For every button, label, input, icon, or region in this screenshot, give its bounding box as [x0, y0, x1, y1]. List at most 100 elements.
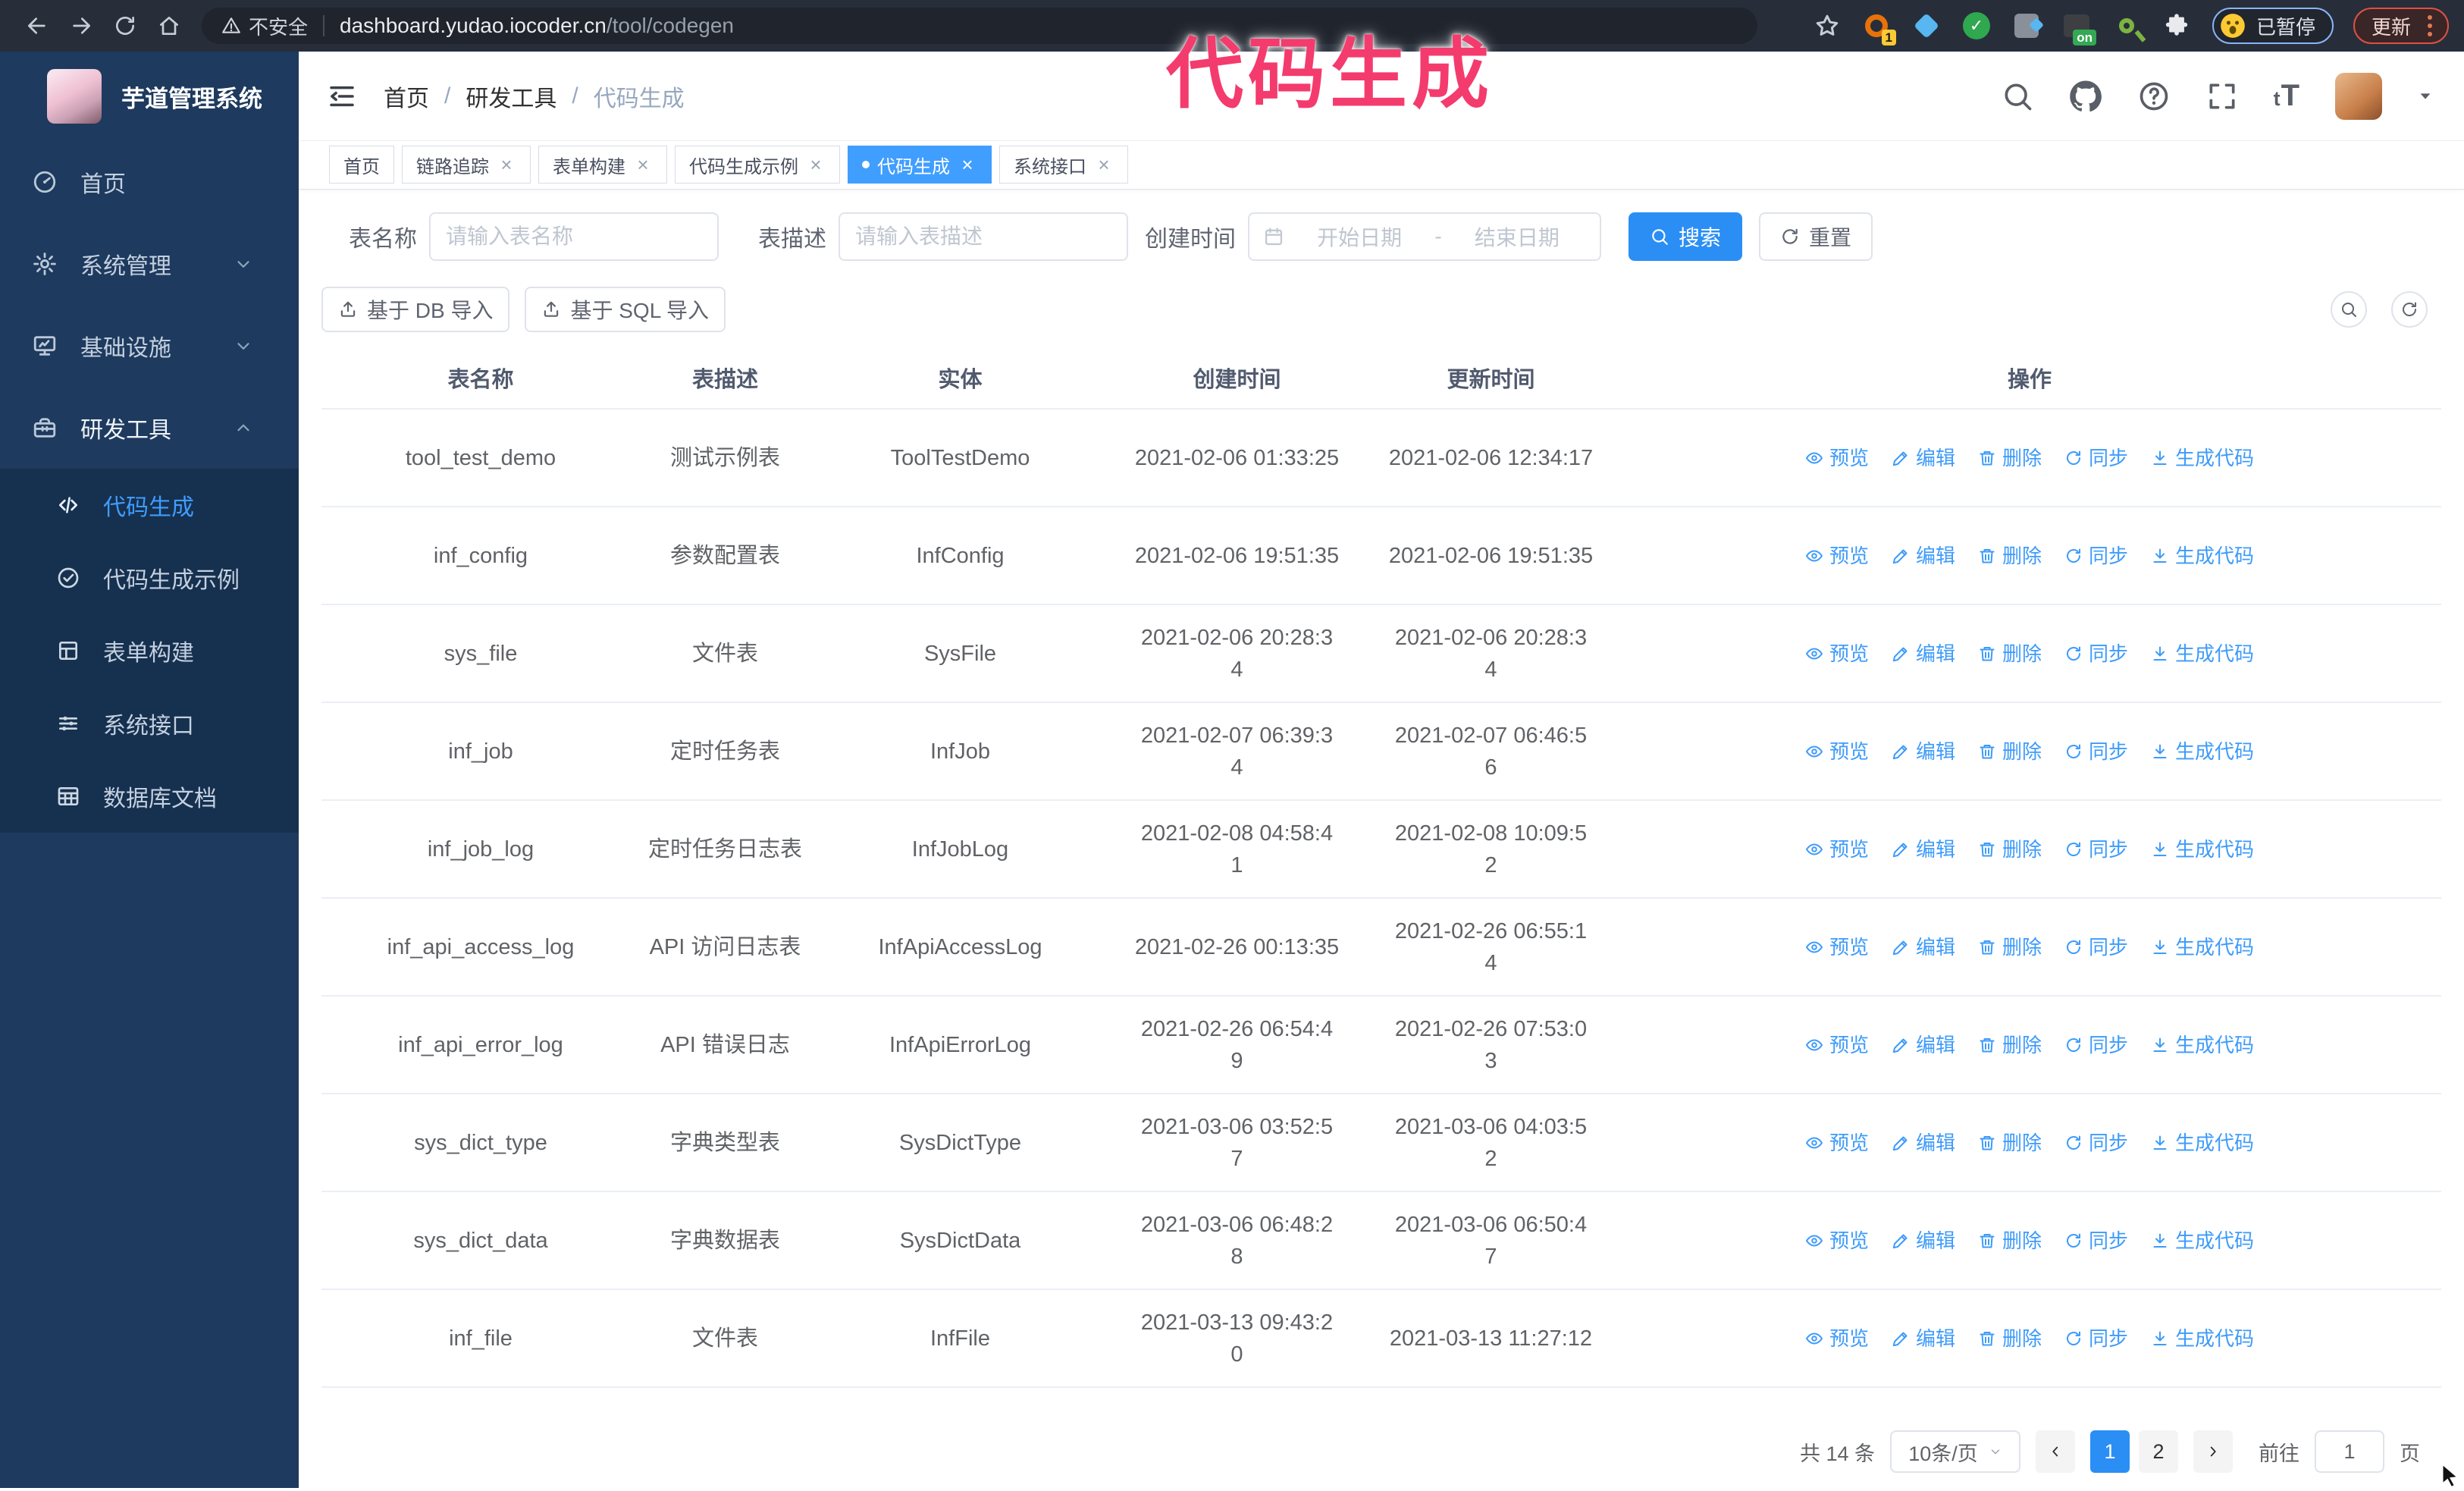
action-sync[interactable]: 同步 — [2064, 442, 2128, 474]
action-delete[interactable]: 删除 — [1978, 1323, 2042, 1354]
action-generate[interactable]: 生成代码 — [2151, 638, 2254, 670]
action-preview[interactable]: 预览 — [1805, 1029, 1869, 1061]
action-preview[interactable]: 预览 — [1805, 736, 1869, 767]
page-button-1[interactable]: 1 — [2090, 1430, 2130, 1473]
table-desc-input[interactable] — [839, 212, 1128, 261]
tab-trace[interactable]: 链路追踪 × — [402, 146, 531, 184]
page-button-2[interactable]: 2 — [2139, 1430, 2178, 1473]
fullscreen-icon[interactable] — [2205, 80, 2239, 113]
breadcrumb-item[interactable]: 首页 — [384, 80, 429, 113]
tab-codegen-example[interactable]: 代码生成示例 × — [675, 146, 840, 184]
sidebar-subitem-system-api[interactable]: 系统接口 — [0, 687, 299, 760]
close-tab-icon[interactable]: × — [958, 153, 977, 177]
action-delete[interactable]: 删除 — [1978, 638, 2042, 670]
prev-page-button[interactable] — [2036, 1430, 2075, 1473]
dark-extension-icon[interactable]: on — [2061, 10, 2096, 46]
browser-reload-button[interactable] — [103, 8, 147, 44]
help-icon[interactable] — [2137, 80, 2171, 113]
action-edit[interactable]: 编辑 — [1892, 833, 1955, 865]
url-bar[interactable]: 不安全 dashboard.yudao.iocoder.cn/tool/code… — [202, 8, 1757, 44]
refresh-table-button[interactable] — [2391, 291, 2428, 328]
action-edit[interactable]: 编辑 — [1892, 1029, 1955, 1061]
profile-paused-pill[interactable]: 已暂停 — [2212, 8, 2334, 44]
action-sync[interactable]: 同步 — [2064, 638, 2128, 670]
action-delete[interactable]: 删除 — [1978, 442, 2042, 474]
action-preview[interactable]: 预览 — [1805, 540, 1869, 572]
browser-home-button[interactable] — [147, 8, 191, 44]
github-icon[interactable] — [2069, 80, 2102, 113]
puzzle-extension-icon[interactable] — [2161, 10, 2193, 42]
panels-extension-icon[interactable] — [2011, 10, 2042, 42]
kebab-menu-icon[interactable] — [2425, 12, 2435, 39]
action-delete[interactable]: 删除 — [1978, 1225, 2042, 1257]
close-tab-icon[interactable]: × — [1094, 153, 1114, 177]
action-edit[interactable]: 编辑 — [1892, 1323, 1955, 1354]
action-edit[interactable]: 编辑 — [1892, 442, 1955, 474]
action-delete[interactable]: 删除 — [1978, 931, 2042, 963]
gem-extension-icon[interactable] — [1911, 10, 1942, 42]
action-edit[interactable]: 编辑 — [1892, 1127, 1955, 1159]
action-delete[interactable]: 删除 — [1978, 736, 2042, 767]
close-tab-icon[interactable]: × — [806, 153, 826, 177]
breadcrumb-item[interactable]: 研发工具 — [466, 80, 556, 113]
action-delete[interactable]: 删除 — [1978, 540, 2042, 572]
sidebar-subitem-form-builder[interactable]: 表单构建 — [0, 614, 299, 687]
security-indicator[interactable]: 不安全 — [221, 12, 308, 40]
sidebar-item-infra[interactable]: 基础设施 — [0, 305, 299, 387]
sidebar-item-devtools[interactable]: 研发工具 — [0, 387, 299, 469]
action-preview[interactable]: 预览 — [1805, 1225, 1869, 1257]
font-size-icon[interactable]: tT — [2274, 79, 2300, 113]
bookmark-star-icon[interactable] — [1814, 12, 1841, 39]
action-generate[interactable]: 生成代码 — [2151, 540, 2254, 572]
avatar-caret-down-icon[interactable] — [2417, 88, 2434, 105]
reset-button[interactable]: 重置 — [1759, 212, 1873, 261]
sidebar-subitem-codegen-example[interactable]: 代码生成示例 — [0, 541, 299, 614]
sidebar-subitem-codegen[interactable]: 代码生成 — [0, 469, 299, 541]
action-preview[interactable]: 预览 — [1805, 442, 1869, 474]
action-generate[interactable]: 生成代码 — [2151, 1029, 2254, 1061]
close-tab-icon[interactable]: × — [497, 153, 516, 177]
action-sync[interactable]: 同步 — [2064, 736, 2128, 767]
action-delete[interactable]: 删除 — [1978, 1029, 2042, 1061]
import-sql-button[interactable]: 基于 SQL 导入 — [525, 287, 726, 332]
toggle-search-button[interactable] — [2331, 291, 2367, 328]
user-avatar[interactable] — [2335, 72, 2382, 120]
action-sync[interactable]: 同步 — [2064, 931, 2128, 963]
key-extension-icon[interactable] — [2111, 10, 2143, 42]
action-delete[interactable]: 删除 — [1978, 833, 2042, 865]
action-sync[interactable]: 同步 — [2064, 1225, 2128, 1257]
page-size-select[interactable]: 10条/页 — [1890, 1430, 2020, 1473]
action-edit[interactable]: 编辑 — [1892, 638, 1955, 670]
shield-check-extension-icon[interactable]: ✓ — [1961, 10, 1992, 42]
action-generate[interactable]: 生成代码 — [2151, 1323, 2254, 1354]
tab-system-api[interactable]: 系统接口 × — [999, 146, 1128, 184]
sidebar-logo[interactable]: 芋道管理系统 — [0, 52, 299, 141]
browser-forward-button[interactable] — [59, 8, 103, 44]
search-icon[interactable] — [2001, 80, 2034, 113]
action-edit[interactable]: 编辑 — [1892, 736, 1955, 767]
action-generate[interactable]: 生成代码 — [2151, 931, 2254, 963]
tab-form-builder[interactable]: 表单构建 × — [538, 146, 667, 184]
tab-home[interactable]: 首页 — [329, 146, 394, 184]
browser-back-button[interactable] — [15, 8, 59, 44]
action-preview[interactable]: 预览 — [1805, 638, 1869, 670]
next-page-button[interactable] — [2193, 1430, 2233, 1473]
sidebar-item-home[interactable]: 首页 — [0, 141, 299, 223]
action-generate[interactable]: 生成代码 — [2151, 833, 2254, 865]
action-generate[interactable]: 生成代码 — [2151, 736, 2254, 767]
action-preview[interactable]: 预览 — [1805, 931, 1869, 963]
action-generate[interactable]: 生成代码 — [2151, 1225, 2254, 1257]
action-preview[interactable]: 预览 — [1805, 833, 1869, 865]
search-button[interactable]: 搜索 — [1629, 212, 1743, 261]
action-sync[interactable]: 同步 — [2064, 1127, 2128, 1159]
collapse-sidebar-icon[interactable] — [326, 80, 358, 112]
sidebar-item-system[interactable]: 系统管理 — [0, 223, 299, 305]
action-sync[interactable]: 同步 — [2064, 540, 2128, 572]
action-edit[interactable]: 编辑 — [1892, 1225, 1955, 1257]
action-sync[interactable]: 同步 — [2064, 1029, 2128, 1061]
action-sync[interactable]: 同步 — [2064, 833, 2128, 865]
action-preview[interactable]: 预览 — [1805, 1127, 1869, 1159]
sidebar-subitem-db-doc[interactable]: 数据库文档 — [0, 760, 299, 833]
action-edit[interactable]: 编辑 — [1892, 931, 1955, 963]
action-sync[interactable]: 同步 — [2064, 1323, 2128, 1354]
